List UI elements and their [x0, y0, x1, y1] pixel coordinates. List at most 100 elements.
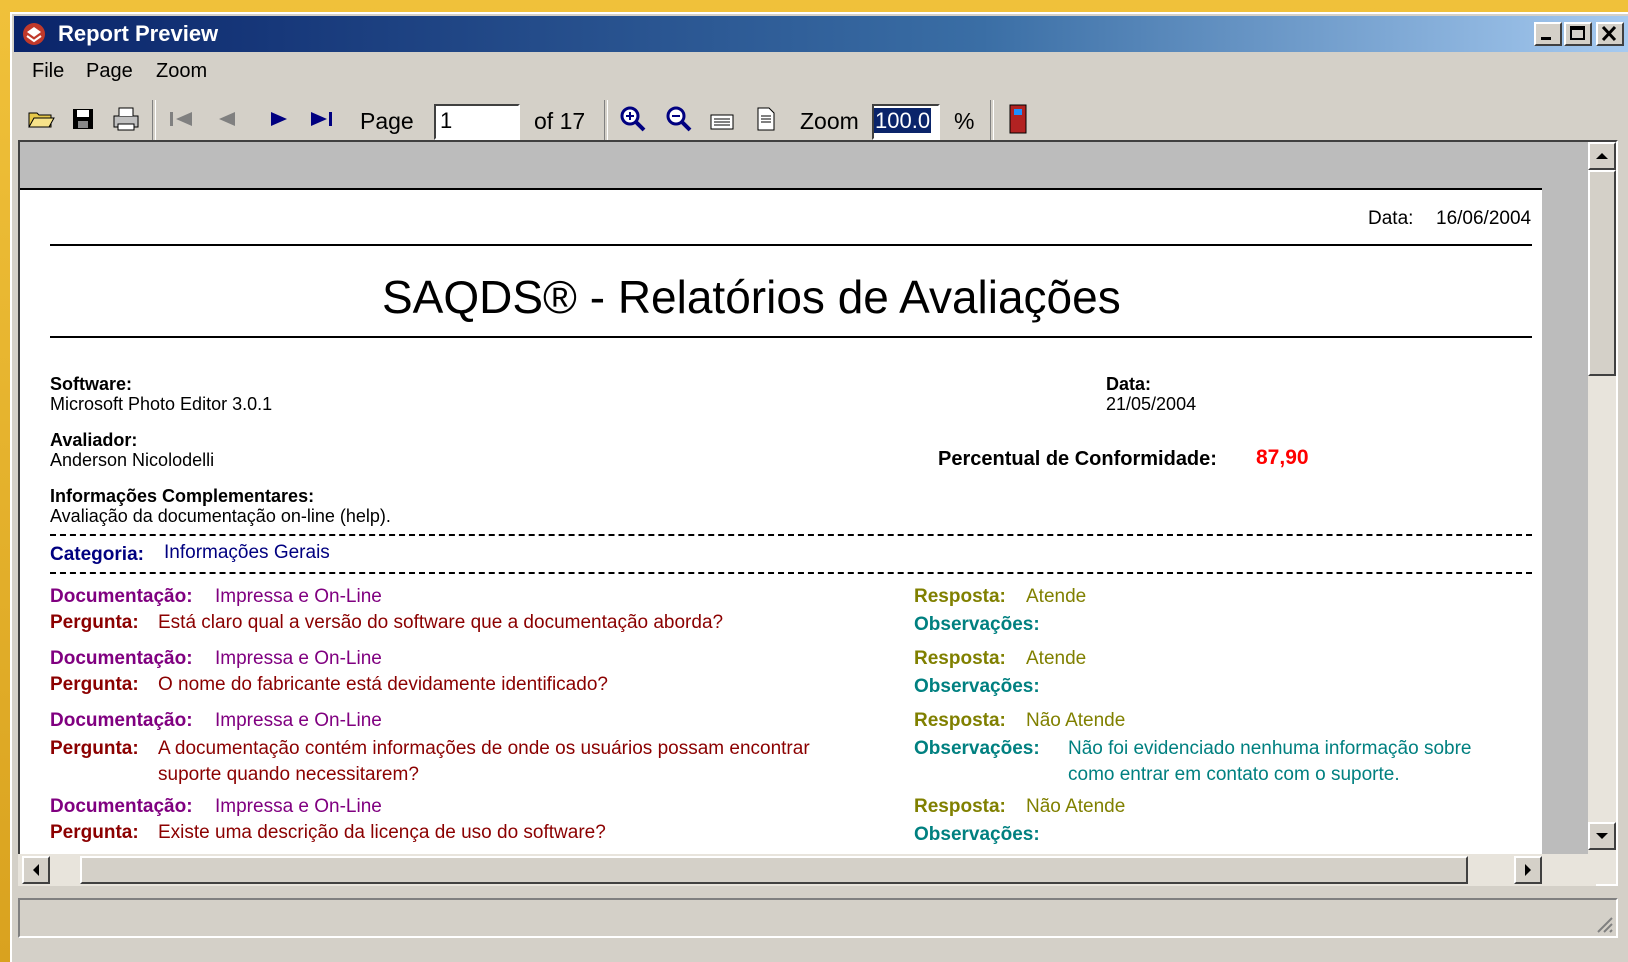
- arrow-down-icon: [1596, 833, 1608, 839]
- close-icon: [1601, 25, 1617, 42]
- answer-label: Resposta:: [914, 796, 1006, 817]
- next-page-button[interactable]: [264, 104, 294, 134]
- first-page-button[interactable]: [166, 104, 196, 134]
- preview-area[interactable]: Data: 16/06/2004 SAQDS® - Relatórios de …: [18, 140, 1618, 886]
- evaluator-label: Avaliador:: [50, 430, 138, 450]
- maximize-button[interactable]: [1564, 22, 1592, 46]
- exit-button[interactable]: [1004, 104, 1032, 134]
- maximize-icon: [1570, 26, 1585, 40]
- info-value: Avaliação da documentação on-line (help)…: [50, 506, 391, 526]
- minimize-button[interactable]: [1534, 22, 1562, 46]
- arrow-right-icon: [1525, 864, 1531, 876]
- date-value: 21/05/2004: [1106, 394, 1197, 414]
- menu-zoom[interactable]: Zoom: [156, 54, 207, 88]
- doc-value: Impressa e On-Line: [215, 586, 382, 607]
- print-date: 16/06/2004: [1436, 208, 1532, 229]
- question-text: Está claro qual a versão do software que…: [158, 612, 724, 633]
- date-label: Data:: [1106, 374, 1152, 394]
- doc-value: Impressa e On-Line: [215, 648, 382, 669]
- vertical-scrollbar[interactable]: [1588, 142, 1616, 884]
- whole-page-button[interactable]: [752, 104, 780, 134]
- obs-text: Não foi evidenciado nenhuma informação s…: [1068, 738, 1472, 759]
- minimize-icon: [1541, 37, 1551, 40]
- obs-label: Observações:: [914, 614, 1040, 635]
- evaluator-value: Anderson Nicolodelli: [50, 450, 215, 470]
- report-preview-window: Report Preview File Page Zoom Page 1 of …: [10, 12, 1628, 962]
- question-text: A documentação contém informações de ond…: [158, 738, 810, 759]
- answer-value: Atende: [1026, 648, 1087, 669]
- previous-page-button[interactable]: [212, 104, 242, 134]
- answer-label: Resposta:: [914, 710, 1006, 731]
- question-label: Pergunta:: [50, 612, 139, 633]
- answer-label: Resposta:: [914, 586, 1006, 607]
- doc-value: Impressa e On-Line: [215, 710, 382, 731]
- arrow-left-icon: [33, 864, 39, 876]
- open-button[interactable]: [26, 104, 56, 134]
- info-label: Informações Complementares:: [50, 486, 315, 506]
- resize-grip-icon[interactable]: [1594, 914, 1614, 934]
- last-page-button[interactable]: [306, 104, 338, 134]
- toolbar-separator: [990, 100, 994, 140]
- question-text: O nome do fabricante está devidamente id…: [158, 674, 608, 695]
- horizontal-scrollbar[interactable]: [18, 854, 1596, 886]
- save-disk-icon: [73, 109, 93, 129]
- first-page-icon: [170, 112, 192, 126]
- answer-label: Resposta:: [914, 648, 1006, 669]
- save-button[interactable]: [68, 104, 98, 134]
- printer-icon: [113, 107, 139, 131]
- dashed-divider: [50, 572, 1532, 574]
- app-icon: [23, 23, 45, 45]
- percent-label: %: [954, 108, 975, 134]
- doc-value: Impressa e On-Line: [215, 796, 382, 817]
- question-label: Pergunta:: [50, 738, 139, 759]
- answer-value: Não Atende: [1026, 710, 1126, 731]
- whole-page-icon: [757, 107, 775, 131]
- software-value: Microsoft Photo Editor 3.0.1: [50, 394, 273, 414]
- report-page: Data: 16/06/2004 SAQDS® - Relatórios de …: [20, 188, 1542, 884]
- menu-file[interactable]: File: [32, 54, 64, 88]
- zoom-percent-input[interactable]: 100.0: [872, 104, 940, 140]
- question-label: Pergunta:: [50, 822, 139, 843]
- page-label: Page: [360, 108, 414, 134]
- next-page-icon: [271, 112, 287, 126]
- zoom-out-icon: [666, 106, 692, 132]
- last-page-icon: [311, 112, 332, 126]
- close-button[interactable]: [1596, 22, 1624, 46]
- fit-width-button[interactable]: [708, 104, 738, 134]
- previous-page-icon: [219, 112, 235, 126]
- toolbar-separator: [152, 100, 156, 140]
- print-date-label: Data:: [1368, 208, 1414, 229]
- conformity-label: Percentual de Conformidade:: [938, 448, 1217, 470]
- report-title: SAQDS® - Relatórios de Avaliações: [382, 271, 1121, 323]
- page-width-icon: [710, 114, 734, 130]
- doc-label: Documentação:: [50, 586, 193, 607]
- open-folder-icon: [28, 112, 55, 128]
- zoom-in-icon: [620, 106, 646, 132]
- menu-bar: File Page Zoom: [14, 54, 1628, 88]
- title-bar[interactable]: Report Preview: [14, 16, 1628, 52]
- question-label: Pergunta:: [50, 674, 139, 695]
- scroll-up-button[interactable]: [1588, 142, 1616, 170]
- doc-label: Documentação:: [50, 648, 193, 669]
- category-label: Categoria:: [50, 544, 144, 565]
- horizontal-scroll-thumb[interactable]: [80, 856, 1468, 884]
- question-text-continued: suporte quando necessitarem?: [158, 764, 419, 785]
- question-text: Existe uma descrição da licença de uso d…: [158, 822, 606, 843]
- arrow-up-icon: [1596, 153, 1608, 159]
- toolbar-separator: [604, 100, 608, 140]
- window-title: Report Preview: [58, 21, 219, 46]
- answer-value: Não Atende: [1026, 796, 1126, 817]
- scroll-down-button[interactable]: [1588, 822, 1616, 850]
- zoom-out-button[interactable]: [664, 104, 694, 134]
- zoom-in-button[interactable]: [618, 104, 648, 134]
- zoom-value: 100.0: [874, 108, 932, 133]
- page-number-input[interactable]: 1: [434, 104, 520, 140]
- scroll-right-button[interactable]: [1514, 856, 1542, 884]
- conformity-value: 87,90: [1256, 446, 1309, 469]
- exit-door-icon: [1009, 104, 1027, 134]
- print-button[interactable]: [110, 104, 142, 134]
- vertical-scroll-thumb[interactable]: [1588, 170, 1616, 376]
- scroll-left-button[interactable]: [22, 856, 50, 884]
- answer-value: Atende: [1026, 586, 1087, 607]
- menu-page[interactable]: Page: [86, 54, 133, 88]
